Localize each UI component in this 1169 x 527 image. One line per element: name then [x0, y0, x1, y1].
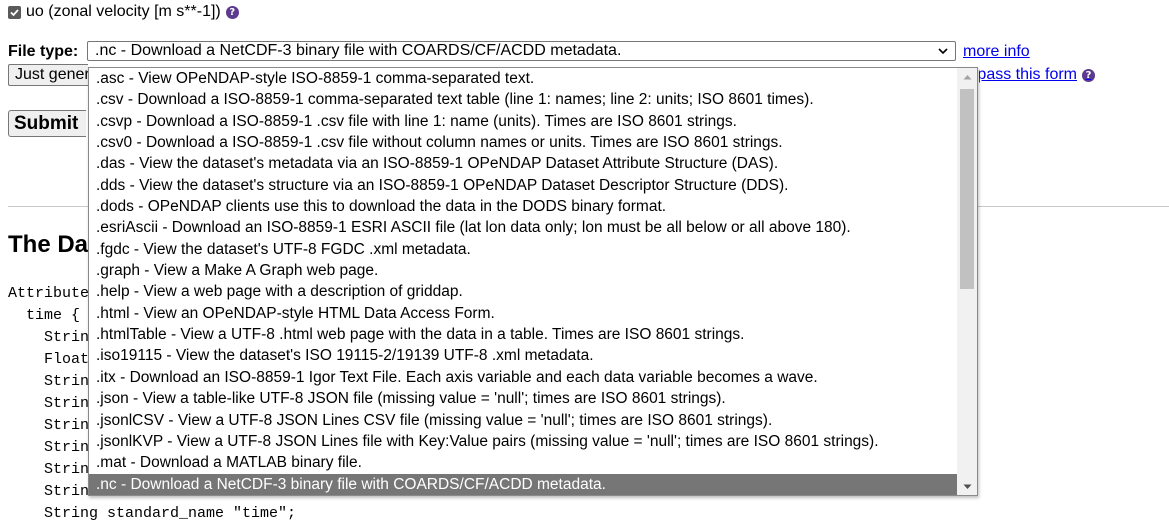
dropdown-option[interactable]: .htmlTable - View a UTF-8 .html web page… [89, 324, 957, 345]
scroll-up-icon[interactable] [957, 68, 977, 85]
help-icon[interactable]: ? [1082, 68, 1095, 82]
checkmark-icon [10, 8, 19, 16]
code-line: Attributes { [8, 285, 88, 302]
code-line: String time_origin [44, 439, 88, 456]
bypass-form-row: bypass this form ? [979, 66, 1095, 84]
dropdown-option[interactable]: .html - View an OPeNDAP-style HTML Data … [89, 303, 957, 324]
variable-label: uo (zonal velocity [m s**-1]) [26, 3, 221, 20]
dropdown-scrollbar[interactable] [957, 68, 977, 495]
generate-url-button[interactable]: Just generate the URL: [8, 64, 88, 86]
file-type-select[interactable]: .nc - Download a NetCDF-3 binary file wi… [87, 41, 956, 61]
code-line: String units [44, 461, 88, 478]
file-type-label: File type: [8, 43, 79, 60]
more-info-link[interactable]: more info [963, 43, 1030, 61]
dropdown-option[interactable]: .dds - View the dataset's structure via … [89, 175, 957, 196]
dropdown-option[interactable]: .mat - Download a MATLAB binary file. [89, 452, 957, 473]
code-line: String _CoordinateAxisType "Time"; [44, 329, 88, 346]
dropdown-option[interactable]: .itx - Download an ISO-8859-1 Igor Text … [89, 367, 957, 388]
dropdown-option[interactable]: .das - View the dataset's metadata via a… [89, 153, 957, 174]
chevron-down-icon [938, 48, 948, 55]
dropdown-option[interactable]: .csv0 - Download a ISO-8859-1 .csv file … [89, 132, 957, 153]
code-block: Attributes { time { String _CoordinateAx… [8, 283, 88, 503]
scroll-down-icon[interactable] [957, 478, 977, 495]
dropdown-option[interactable]: .jsonlKVP - View a UTF-8 JSON Lines file… [89, 431, 957, 452]
dropdown-option[interactable]: .help - View a web page with a descripti… [89, 281, 957, 302]
variable-row: uo (zonal velocity [m s**-1]) ? [8, 2, 239, 22]
dropdown-option[interactable]: .json - View a table-like UTF-8 JSON fil… [89, 388, 957, 409]
dropdown-options: .asc - View OPeNDAP-style ISO-8859-1 com… [89, 68, 957, 495]
dropdown-option[interactable]: .csvp - Download a ISO-8859-1 .csv file … [89, 111, 957, 132]
dropdown-option[interactable]: .fgdc - View the dataset's UTF-8 FGDC .x… [89, 239, 957, 260]
file-type-selected-value: .nc - Download a NetCDF-3 binary file wi… [95, 42, 622, 59]
variable-checkbox[interactable] [8, 5, 21, 19]
code-line: String standard_name "time"; [8, 505, 297, 522]
dropdown-option[interactable]: .asc - View OPeNDAP-style ISO-8859-1 com… [89, 68, 957, 89]
code-line: time { [8, 307, 81, 324]
section-heading: The Dataset Attribute Structure (.das) [8, 231, 88, 258]
code-line: String _CoordinateAxisType [44, 483, 88, 500]
scrollbar-thumb[interactable] [960, 89, 974, 289]
dropdown-option[interactable]: .iso19115 - View the dataset's ISO 19115… [89, 345, 957, 366]
file-type-dropdown: .asc - View OPeNDAP-style ISO-8859-1 com… [88, 67, 978, 496]
submit-button[interactable]: Submit [8, 110, 86, 137]
code-line: Float64 actual_range [44, 351, 88, 368]
dropdown-option[interactable]: .graph - View a Make A Graph web page. [89, 260, 957, 281]
dropdown-option[interactable]: .esriAscii - Download an ISO-8859-1 ESRI… [89, 217, 957, 238]
code-line: String axis "T"; [44, 373, 88, 390]
dropdown-option[interactable]: .dods - OPeNDAP clients use this to down… [89, 196, 957, 217]
dropdown-option-selected[interactable]: .nc - Download a NetCDF-3 binary file wi… [89, 473, 957, 495]
code-line: String ioos_category "Time"; [44, 395, 88, 412]
dropdown-option[interactable]: .csv - Download a ISO-8859-1 comma-separ… [89, 89, 957, 110]
dropdown-option[interactable]: .jsonlCSV - View a UTF-8 JSON Lines CSV … [89, 410, 957, 431]
help-icon[interactable]: ? [225, 5, 239, 19]
bypass-form-link[interactable]: bypass this form [979, 66, 1077, 84]
code-line: String long_name "Time"; [44, 417, 88, 434]
